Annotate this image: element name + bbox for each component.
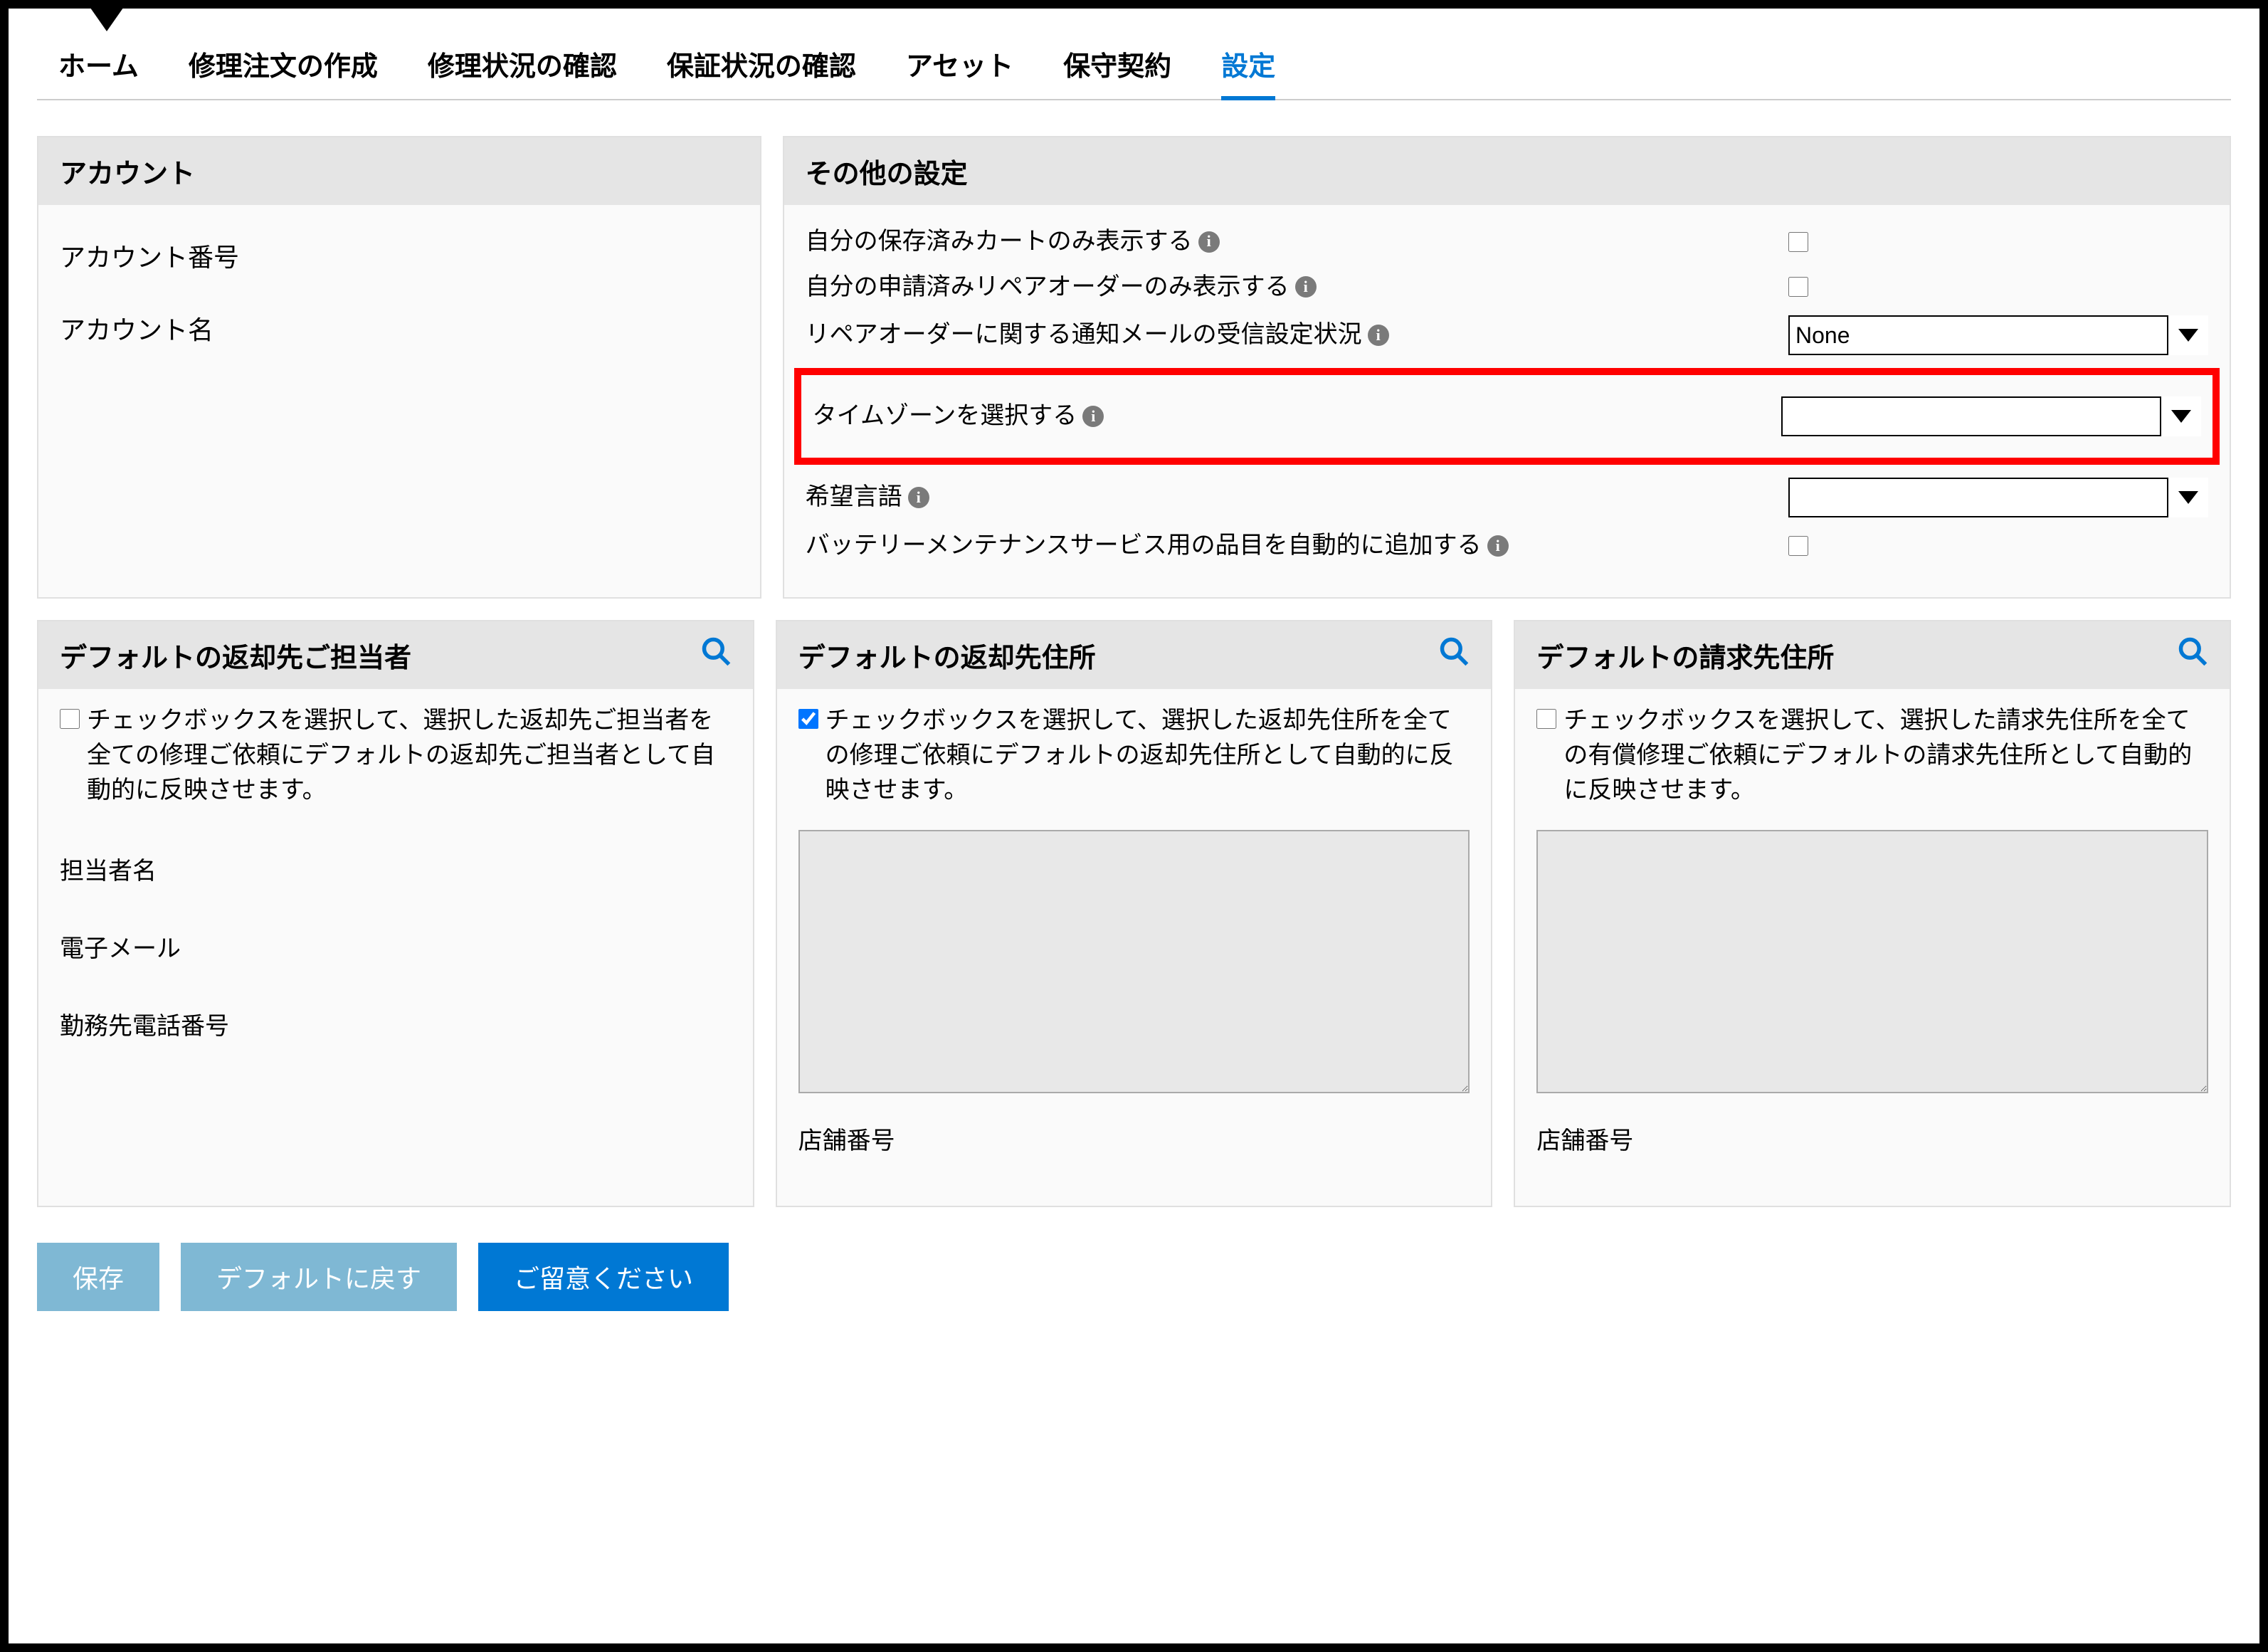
repair-order-row: 自分の申請済みリペアオーダーのみ表示する i (806, 265, 2208, 310)
tab-home[interactable]: ホーム (58, 44, 139, 85)
contact-phone-label: 勤務先電話番号 (60, 985, 732, 1063)
button-row: 保存 デフォルトに戻す ご留意ください (37, 1243, 2231, 1311)
note-button[interactable]: ご留意ください (478, 1243, 729, 1311)
notify-row: リペアオーダーに関する通知メールの受信設定状況 i None (806, 310, 2208, 361)
search-icon[interactable] (2177, 636, 2208, 674)
battery-row: バッテリーメンテナンスサービス用の品目を自動的に追加する i (806, 523, 2208, 569)
account-header: アカウント (38, 137, 760, 205)
search-icon[interactable] (1438, 636, 1470, 674)
language-label: 希望言語 (806, 480, 902, 515)
save-button[interactable]: 保存 (37, 1243, 159, 1311)
repair-order-label: 自分の申請済みリペアオーダーのみ表示する (806, 270, 1289, 305)
nav-tabs: ホーム 修理注文の作成 修理状況の確認 保証状況の確認 アセット 保守契約 設定 (37, 23, 2231, 100)
return-address-panel: デフォルトの返却先住所 チェックボックスを選択して、選択した返却先住所を全ての修… (776, 620, 1493, 1207)
language-select[interactable] (1788, 478, 2208, 517)
billing-address-checkbox[interactable] (1536, 709, 1556, 729)
account-panel: アカウント アカウント番号 アカウント名 (37, 136, 761, 599)
repair-order-checkbox[interactable] (1788, 277, 1808, 297)
tab-settings[interactable]: 設定 (1221, 44, 1275, 100)
return-address-checkbox[interactable] (798, 709, 818, 729)
timezone-row-highlighted: タイムゾーンを選択する i (794, 368, 2220, 465)
info-icon[interactable]: i (1295, 276, 1317, 298)
info-icon[interactable]: i (1198, 231, 1220, 253)
battery-checkbox[interactable] (1788, 536, 1808, 556)
return-address-cb-text: チェックボックスを選択して、選択した返却先住所を全ての修理ご依頼にデフォルトの返… (826, 703, 1470, 809)
reset-button[interactable]: デフォルトに戻す (181, 1243, 457, 1311)
billing-address-header: デフォルトの請求先住所 (1536, 636, 1834, 675)
info-icon[interactable]: i (1082, 406, 1104, 427)
pointer-arrow (87, 3, 127, 31)
battery-label: バッテリーメンテナンスサービス用の品目を自動的に追加する (806, 529, 1482, 563)
saved-cart-row: 自分の保存済みカートのみ表示する i (806, 219, 2208, 265)
return-contact-header: デフォルトの返却先ご担当者 (60, 636, 411, 675)
return-contact-checkbox[interactable] (60, 709, 80, 729)
return-contact-panel: デフォルトの返却先ご担当者 チェックボックスを選択して、選択した返却先ご担当者を… (37, 620, 754, 1207)
notify-select[interactable]: None (1788, 315, 2208, 355)
info-icon[interactable]: i (1368, 325, 1389, 346)
info-icon[interactable]: i (1487, 535, 1509, 557)
search-icon[interactable] (700, 636, 732, 674)
billing-address-cb-text: チェックボックスを選択して、選択した請求先住所を全ての有償修理ご依頼にデフォルト… (1563, 703, 2208, 809)
info-icon[interactable]: i (908, 487, 929, 508)
notify-label: リペアオーダーに関する通知メールの受信設定状況 (806, 318, 1362, 352)
return-contact-cb-text: チェックボックスを選択して、選択した返却先ご担当者を全ての修理ご依頼にデフォルト… (87, 703, 732, 809)
contact-email-label: 電子メール (60, 907, 732, 985)
tab-create-repair[interactable]: 修理注文の作成 (189, 44, 378, 85)
billing-address-panel: デフォルトの請求先住所 チェックボックスを選択して、選択した請求先住所を全ての有… (1514, 620, 2231, 1207)
other-settings-header: その他の設定 (784, 137, 2230, 205)
tab-asset[interactable]: アセット (906, 44, 1013, 85)
account-name-label: アカウント名 (60, 292, 739, 364)
tab-repair-status[interactable]: 修理状況の確認 (428, 44, 617, 85)
account-number-label: アカウント番号 (60, 219, 739, 292)
return-address-textarea[interactable] (798, 830, 1470, 1093)
timezone-label: タイムゾーンを選択する (813, 399, 1077, 433)
billing-address-textarea[interactable] (1536, 830, 2208, 1093)
return-address-header: デフォルトの返却先住所 (798, 636, 1096, 675)
tab-warranty-status[interactable]: 保証状況の確認 (667, 44, 856, 85)
billing-store-label: 店舗番号 (1536, 1100, 2208, 1177)
contact-name-label: 担当者名 (60, 830, 732, 907)
saved-cart-checkbox[interactable] (1788, 232, 1808, 252)
other-settings-panel: その他の設定 自分の保存済みカートのみ表示する i 自分の申請済みリペアオーダー… (783, 136, 2231, 599)
saved-cart-label: 自分の保存済みカートのみ表示する (806, 225, 1193, 259)
language-row: 希望言語 i (806, 472, 2208, 523)
return-store-label: 店舗番号 (798, 1100, 1470, 1177)
tab-contract[interactable]: 保守契約 (1063, 44, 1171, 85)
timezone-select[interactable] (1781, 396, 2201, 436)
